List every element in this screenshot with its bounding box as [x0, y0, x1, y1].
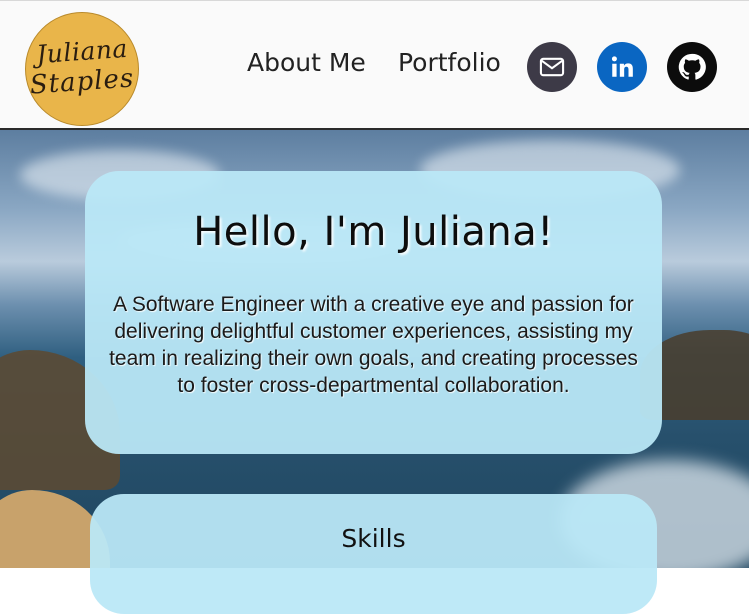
intro-description: A Software Engineer with a creative eye … [109, 293, 638, 397]
intro-card: Hello, I'm Juliana! A Software Engineer … [85, 171, 662, 454]
email-button[interactable] [527, 42, 577, 92]
nav-portfolio[interactable]: Portfolio [398, 48, 501, 77]
linkedin-button[interactable] [597, 42, 647, 92]
site-header: Juliana Staples About Me Portfolio [0, 0, 749, 130]
skills-card: Skills [90, 494, 657, 614]
mail-icon [539, 57, 565, 77]
nav-about-me[interactable]: About Me [247, 48, 366, 77]
skills-heading: Skills [341, 524, 406, 553]
linkedin-icon [611, 56, 633, 77]
page-title: Hello, I'm Juliana! [193, 209, 554, 255]
github-button[interactable] [667, 42, 717, 92]
logo-line-2: Staples [28, 63, 136, 101]
logo[interactable]: Juliana Staples [25, 12, 139, 126]
github-icon [678, 53, 706, 80]
